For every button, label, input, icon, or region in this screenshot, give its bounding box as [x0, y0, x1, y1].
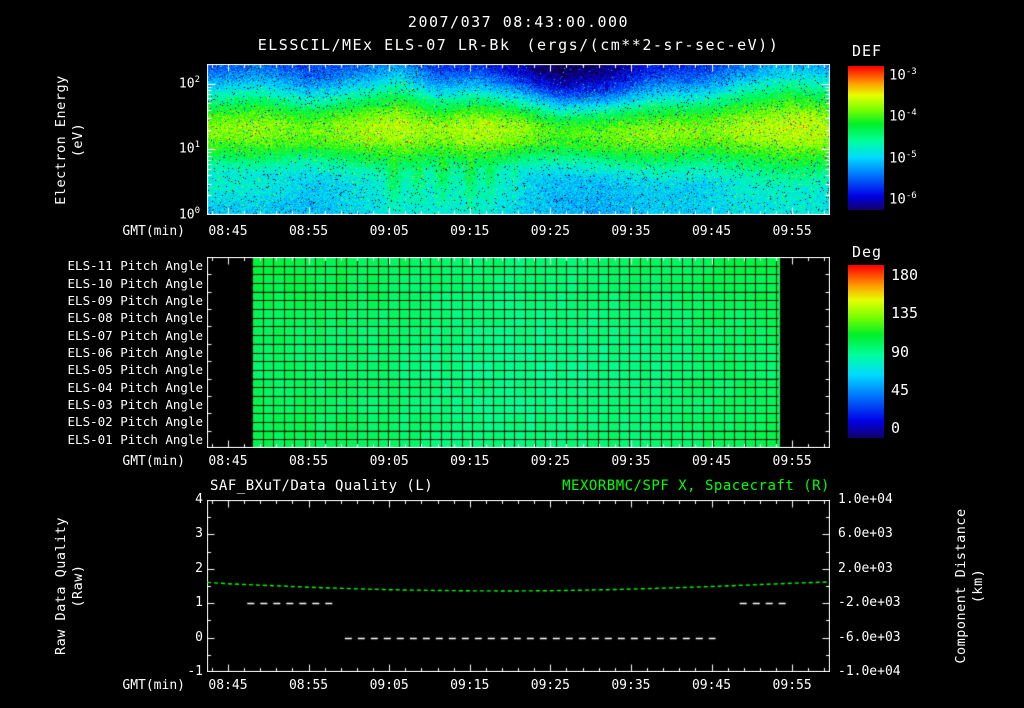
- time-tick-label: 08:45: [208, 678, 248, 693]
- instrument-title: ELSSCIL/MEx ELS-07 LR-Bk: [257, 36, 511, 54]
- els-row-label: ELS-01 Pitch Angle: [67, 431, 203, 447]
- time-tick-label: 09:35: [611, 224, 651, 239]
- deg-colorbar: [848, 265, 884, 438]
- time-tick-label: 09:45: [691, 224, 732, 239]
- quality-axis-title: Raw Data Quality (Raw): [53, 496, 87, 676]
- time-tick-label: 09:05: [369, 454, 409, 469]
- def-colorbar-tick-label: 10-3: [889, 67, 917, 84]
- els-quicklook-display: 2007/037 08:43:00.000 ELSSCIL/MEx ELS-07…: [0, 0, 1024, 708]
- deg-colorbar-tick-label: 0: [891, 419, 901, 437]
- distance-tick-label: -1.0e+04: [838, 664, 901, 679]
- els-row-label: ELS-10 Pitch Angle: [67, 275, 203, 291]
- def-colorbar-title: DEF: [852, 42, 883, 60]
- time-tick-label: 09:55: [772, 224, 812, 239]
- pitch-angle-panel: [207, 257, 830, 448]
- deg-colorbar-tick-label: 90: [891, 342, 910, 361]
- els-row-label: ELS-03 Pitch Angle: [67, 397, 203, 413]
- els-row-label: ELS-08 Pitch Angle: [67, 310, 203, 326]
- observation-timestamp-title: 2007/037 08:43:00.000: [407, 13, 630, 31]
- raw-data-quality-label: Raw Data Quality: [53, 516, 69, 656]
- time-axis-unit-label: GMT(min): [122, 678, 185, 693]
- time-tick-label: 09:35: [611, 454, 651, 469]
- distance-tick-label: -6.0e+03: [838, 629, 901, 645]
- energy-tick-label: 100: [178, 206, 200, 223]
- quality-tick-label: 2: [195, 560, 203, 576]
- time-tick-label: 09:05: [369, 678, 409, 693]
- time-tick-label: 09:15: [450, 224, 490, 239]
- time-tick-label: 09:45: [691, 454, 732, 469]
- component-distance-label: Component Distance: [953, 508, 969, 664]
- quality-tick-label: 1: [195, 595, 203, 611]
- bottom-right-title: MEXORBMC/SPF X, Spacecraft (R): [562, 478, 830, 494]
- def-colorbar-tick-label: 10-5: [889, 149, 917, 167]
- time-tick-label: 08:55: [288, 454, 329, 469]
- electron-energy-spectrogram: [207, 64, 830, 215]
- time-tick-label: 09:25: [530, 678, 570, 693]
- els-row-label: ELS-07 Pitch Angle: [67, 327, 203, 343]
- deg-colorbar-tick-label: 135: [891, 304, 919, 323]
- quality-tick-label: 3: [195, 526, 203, 542]
- time-tick-label: 09:15: [450, 678, 490, 693]
- quality-tick-label: 0: [195, 629, 203, 645]
- time-tick-label: 08:55: [288, 224, 329, 239]
- time-tick-label: 09:15: [450, 454, 490, 469]
- els-row-label: ELS-11 Pitch Angle: [67, 258, 203, 274]
- energy-tick-label: 102: [178, 74, 200, 92]
- def-colorbar: [848, 66, 884, 210]
- time-tick-label: 08:45: [208, 224, 248, 239]
- electron-energy-label: Electron Energy: [53, 75, 69, 205]
- deg-colorbar-title: Deg: [852, 243, 883, 261]
- spectrogram-units-label: (ergs/(cm**2-sr-sec-eV)): [526, 36, 780, 54]
- def-colorbar-tick-label: 10-6: [889, 191, 917, 208]
- component-distance-units: (km): [970, 568, 986, 604]
- time-tick-label: 09:25: [530, 454, 570, 469]
- time-tick-label: 08:55: [288, 678, 329, 693]
- els-row-label: ELS-02 Pitch Angle: [67, 414, 203, 430]
- els-row-label: ELS-05 Pitch Angle: [67, 362, 203, 378]
- time-tick-label: 09:45: [691, 678, 732, 693]
- spectrogram-title-row: ELSSCIL/MEx ELS-07 LR-Bk (ergs/(cm**2-sr…: [207, 36, 830, 54]
- distance-axis-title: Component Distance (km): [953, 491, 987, 681]
- spectrogram-y-axis-title: Electron Energy (eV): [53, 55, 87, 225]
- time-tick-label: 09:55: [772, 678, 812, 693]
- time-axis-unit-label: GMT(min): [122, 454, 185, 469]
- raw-data-quality-units: (Raw): [70, 564, 86, 608]
- quality-tick-label: -1: [187, 664, 203, 679]
- quality-tick-label: 4: [195, 492, 203, 507]
- def-colorbar-tick-label: 10-4: [889, 108, 917, 125]
- els-row-label: ELS-09 Pitch Angle: [67, 292, 203, 308]
- distance-tick-label: -2.0e+03: [838, 595, 901, 611]
- els-row-label: ELS-06 Pitch Angle: [67, 345, 203, 360]
- time-tick-label: 09:55: [772, 454, 812, 469]
- time-tick-label: 09:25: [530, 224, 570, 239]
- time-tick-label: 08:45: [208, 454, 248, 469]
- electron-energy-units: (eV): [70, 122, 86, 158]
- time-tick-label: 09:35: [611, 678, 651, 693]
- distance-tick-label: 6.0e+03: [838, 526, 893, 542]
- distance-tick-label: 1.0e+04: [838, 492, 893, 507]
- deg-colorbar-tick-label: 45: [891, 380, 910, 399]
- time-axis-unit-label: GMT(min): [122, 224, 185, 239]
- els-row-label: ELS-04 Pitch Angle: [67, 379, 203, 395]
- quality-distance-chart: [207, 500, 830, 672]
- deg-colorbar-tick-label: 180: [891, 266, 919, 284]
- distance-tick-label: 2.0e+03: [838, 560, 893, 576]
- time-tick-label: 09:05: [369, 224, 409, 239]
- energy-tick-label: 101: [178, 140, 200, 157]
